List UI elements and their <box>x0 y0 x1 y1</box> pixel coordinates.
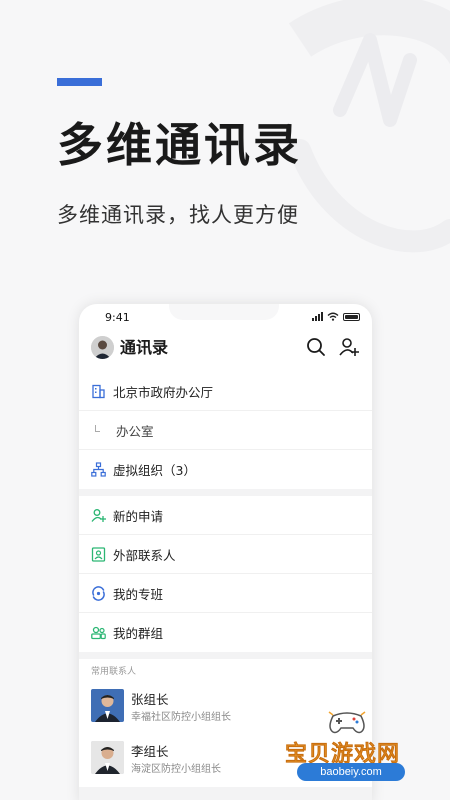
status-bar: 9:41 <box>79 304 372 330</box>
app-header: 通讯录 <box>79 330 372 372</box>
org-card: 北京市政府办公厅 办公室 虚拟组织（3） <box>79 372 372 489</box>
hero-title: 多维通讯录 <box>57 118 302 172</box>
status-time: 9:41 <box>105 311 130 324</box>
menu-item-label: 我的专班 <box>113 586 164 602</box>
avatar[interactable] <box>91 336 114 359</box>
gamepad-icon <box>328 711 366 734</box>
contact-photo <box>91 689 124 722</box>
org-tree-icon <box>91 462 106 477</box>
contact-name: 张组长 <box>131 692 169 707</box>
accent-bar <box>57 78 102 86</box>
search-icon[interactable] <box>304 335 328 359</box>
menu-item-special-team[interactable]: 我的专班 <box>79 574 372 613</box>
building-icon <box>92 384 105 399</box>
hero-subtitle: 多维通讯录，找人更方便 <box>57 203 299 227</box>
menu-item-label: 外部联系人 <box>113 547 176 563</box>
battery-icon <box>343 312 360 321</box>
special-team-icon <box>92 586 105 601</box>
contact-title: 幸福社区防控小组组长 <box>131 712 231 723</box>
menu-item-my-groups[interactable]: 我的群组 <box>79 613 372 652</box>
group-icon <box>91 626 106 640</box>
org-item-label: 虚拟组织（3） <box>113 463 196 478</box>
new-request-icon <box>91 509 106 522</box>
page-title: 通讯录 <box>120 338 169 357</box>
menu-card: 新的申请 外部联系人 我的专班 我的群组 <box>79 496 372 652</box>
menu-item-new-request[interactable]: 新的申请 <box>79 496 372 535</box>
add-user-icon[interactable] <box>337 335 361 359</box>
org-item-virtual-org[interactable]: 虚拟组织（3） <box>79 450 372 489</box>
org-item-label: 办公室 <box>116 423 154 439</box>
contact-name: 李组长 <box>131 744 169 759</box>
section-label: 常用联系人 <box>91 667 137 677</box>
status-icons <box>312 312 360 321</box>
wifi-icon <box>327 312 339 321</box>
org-item-label: 北京市政府办公厅 <box>113 384 214 400</box>
menu-item-label: 新的申请 <box>113 508 164 524</box>
external-contact-icon <box>91 547 106 562</box>
notch <box>169 304 279 320</box>
branch-icon <box>95 425 100 432</box>
watermark: 宝贝游戏网 baobeiy.com <box>285 708 425 788</box>
contact-title: 海淀区防控小组组长 <box>131 764 221 775</box>
contact-photo <box>91 741 124 774</box>
menu-item-label: 我的群组 <box>113 626 164 641</box>
org-item-office-hall[interactable]: 北京市政府办公厅 <box>79 372 372 411</box>
signal-icon <box>312 312 323 321</box>
menu-item-external-contacts[interactable]: 外部联系人 <box>79 535 372 574</box>
org-item-office[interactable]: 办公室 <box>79 411 372 450</box>
watermark-url: baobeiy.com <box>297 763 405 781</box>
